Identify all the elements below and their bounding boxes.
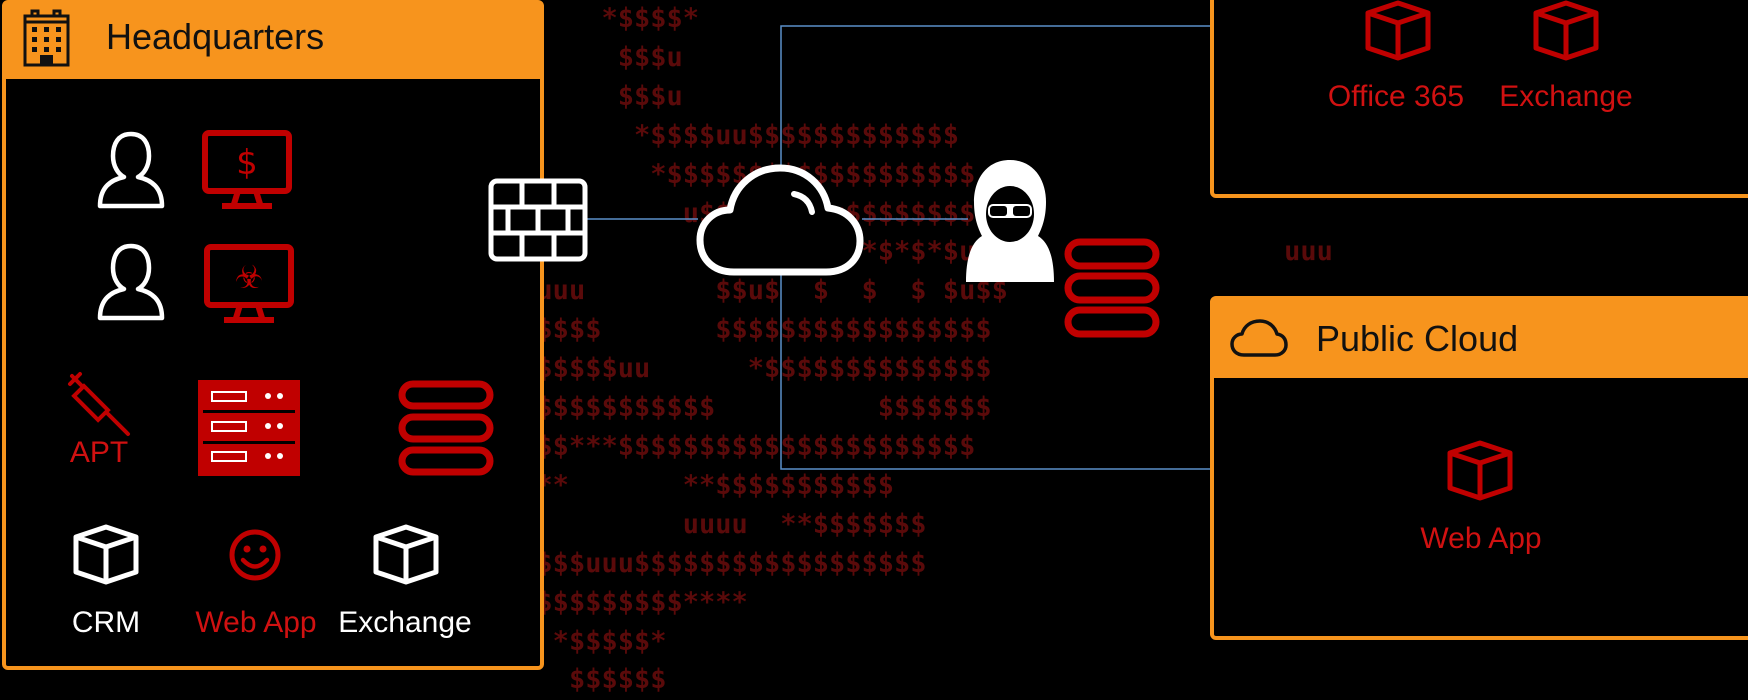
crm-label: CRM bbox=[71, 606, 141, 639]
package-icon bbox=[1365, 0, 1431, 61]
user-icon bbox=[97, 243, 165, 321]
office365-label: Office 365 bbox=[1327, 80, 1465, 113]
hq-web-app-label: Web App bbox=[195, 606, 317, 639]
apt-label: APT bbox=[69, 436, 129, 469]
svg-text:$: $ bbox=[236, 143, 258, 183]
package-icon bbox=[1533, 0, 1599, 61]
public-cloud-web-app-label: Web App bbox=[1420, 522, 1542, 555]
hq-exchange-label: Exchange bbox=[338, 606, 472, 639]
cloud-icon bbox=[696, 164, 864, 276]
database-icon bbox=[398, 380, 494, 476]
package-icon bbox=[73, 524, 139, 585]
package-icon bbox=[1447, 440, 1513, 501]
saas-panel bbox=[1210, 0, 1748, 198]
syringe-icon bbox=[68, 372, 130, 436]
package-icon bbox=[373, 524, 439, 585]
user-icon bbox=[97, 131, 165, 209]
public-cloud-title: Public Cloud bbox=[1316, 318, 1519, 359]
saas-exchange-label: Exchange bbox=[1499, 80, 1633, 113]
smiley-icon bbox=[229, 529, 281, 581]
headquarters-title: Headquarters bbox=[106, 16, 325, 57]
svg-text:☣: ☣ bbox=[235, 258, 264, 296]
firewall-icon bbox=[488, 178, 588, 262]
monitor-biohazard-icon: ☣ bbox=[204, 244, 294, 323]
monitor-dollar-icon: $ bbox=[202, 130, 292, 209]
building-icon bbox=[23, 9, 70, 67]
server-rack-icon bbox=[198, 380, 300, 476]
cloud-icon bbox=[1230, 319, 1288, 357]
connector-cloud-saas bbox=[780, 25, 1214, 168]
hacker-icon bbox=[966, 160, 1054, 282]
attacker-database-icon bbox=[1064, 238, 1160, 338]
